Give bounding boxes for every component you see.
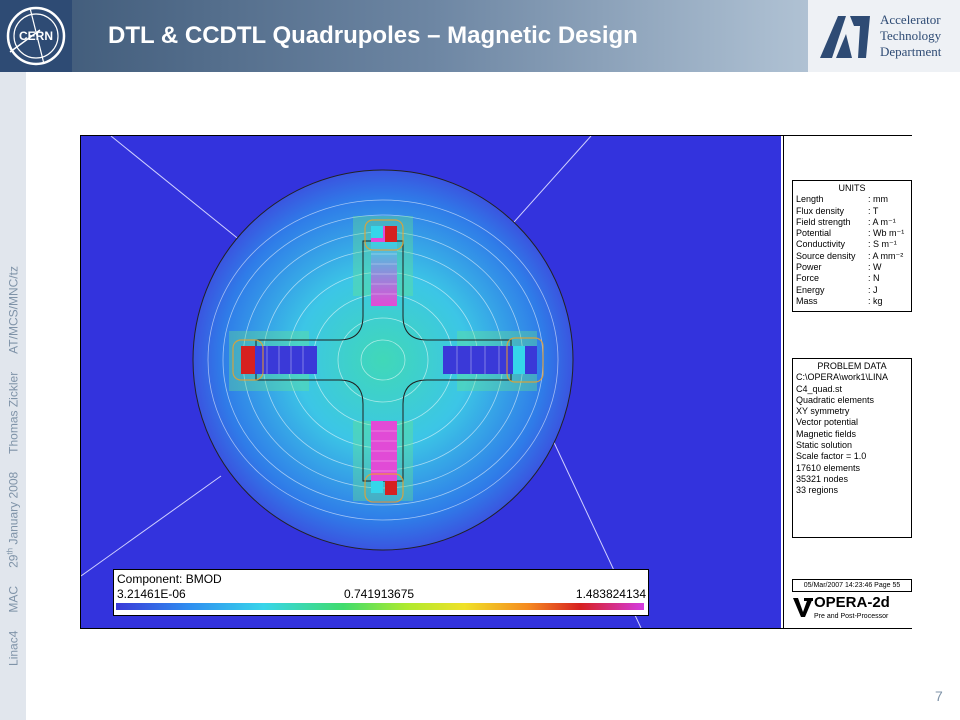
sidebar-day: 29 <box>6 554 21 568</box>
atd-line-3: Department <box>880 44 942 59</box>
atd-line-1: Accelerator <box>880 12 941 27</box>
units-quantity: Field strength <box>796 216 851 227</box>
problem-data-line: Scale factor = 1.0 <box>796 451 867 462</box>
units-quantity: Source density <box>796 250 856 261</box>
legend-max-value: 1.483824134 <box>575 587 646 601</box>
sidebar-author: Thomas Zickler <box>6 371 21 454</box>
sidebar-meeting: MAC <box>6 585 21 613</box>
units-row: Potential : Wb m⁻¹ <box>793 228 911 239</box>
problem-data-line: Quadratic elements <box>796 394 875 405</box>
units-row: Mass : kg <box>793 296 911 307</box>
units-row: Flux density : T <box>793 206 911 217</box>
legend-min-value: 3.21461E-06 <box>117 587 186 601</box>
opera-name: OPERA-2d <box>814 594 890 611</box>
units-quantity: Mass <box>796 295 818 306</box>
slide-header: CERN DTL & CCDTL Quadrupoles – Magnetic … <box>0 0 960 72</box>
atd-line-2: Technology <box>880 28 942 43</box>
problem-data-box: PROBLEM DATA C:\OPERA\work1\LINA C4_quad… <box>792 358 912 538</box>
problem-data-line: 17610 elements <box>796 462 861 473</box>
problem-data-line: C:\OPERA\work1\LINA <box>796 372 889 383</box>
units-row: Force : N <box>793 273 911 284</box>
units-unit: : S m⁻¹ <box>868 239 897 250</box>
sidebar-date: 29th January 2008 <box>5 471 21 568</box>
sidebar: Linac4 MAC 29th January 2008 Thomas Zickler… <box>0 72 26 720</box>
sidebar-day-suffix: th <box>5 547 15 555</box>
units-unit: : A m⁻¹ <box>868 216 896 227</box>
units-row: Power : W <box>793 262 911 273</box>
units-unit: : T <box>868 205 879 216</box>
units-quantity: Flux density <box>796 205 845 216</box>
timestamp-bar: 05/Mar/2007 14:23:46 Page 55 <box>792 579 912 592</box>
units-quantity: Power <box>796 262 822 273</box>
cern-logo-text: CERN <box>19 29 53 43</box>
problem-data-line: Static solution <box>796 440 853 451</box>
units-quantity: Potential <box>796 228 832 239</box>
problem-data-line: Vector potential <box>796 417 859 428</box>
field-map <box>80 135 781 629</box>
units-unit: : A mm⁻² <box>868 250 904 261</box>
legend-mid-value: 0.741913675 <box>344 587 415 601</box>
problem-data-line: Magnetic fields <box>796 428 857 439</box>
units-row: Source density : A mm⁻² <box>793 251 911 262</box>
units-row: Conductivity : S m⁻¹ <box>793 239 911 250</box>
problem-data-line: XY symmetry <box>796 406 850 417</box>
sidebar-month-year: January 2008 <box>6 471 21 548</box>
sidebar-project: Linac4 <box>6 630 21 666</box>
sidebar-text: Linac4 MAC 29th January 2008 Thomas Zickler… <box>6 248 21 666</box>
problem-data-line: 35321 nodes <box>796 473 849 484</box>
units-box: UNITS Length : mm Flux density : T Field s… <box>792 180 912 312</box>
units-quantity: Length <box>796 194 824 205</box>
units-unit: : Wb m⁻¹ <box>868 228 905 239</box>
atd-logo: Accelerator Technology Department <box>808 0 960 72</box>
color-legend: Component: BMOD 3.21461E-06 0.741913675 … <box>113 569 649 616</box>
atd-text: Accelerator Technology Department <box>880 12 941 60</box>
field-plot: Component: BMOD 3.21461E-06 0.741913675 … <box>80 135 781 629</box>
units-quantity: Conductivity <box>796 239 846 250</box>
units-row: Length : mm <box>793 194 911 205</box>
problem-data-title: PROBLEM DATA <box>817 361 887 371</box>
units-quantity: Energy <box>796 284 825 295</box>
units-title: UNITS <box>838 183 866 193</box>
opera-info-panel: UNITS Length : mm Flux density : T Field s… <box>783 136 912 628</box>
legend-component: Component: BMOD <box>117 572 222 586</box>
problem-data-line: C4_quad.st <box>796 383 843 394</box>
simulation-screenshot: Component: BMOD 3.21461E-06 0.741913675 … <box>80 135 912 629</box>
legend-color-scale <box>116 603 644 610</box>
page-title: DTL & CCDTL Quadrupoles – Magnetic Desig… <box>108 22 638 49</box>
cern-logo: CERN <box>0 0 72 72</box>
opera-logo: OPERA-2d Pre and Post-Processor <box>792 594 910 624</box>
units-unit: : W <box>868 262 882 273</box>
units-row: Field strength : A m⁻¹ <box>793 217 911 228</box>
units-row: Energy : J <box>793 285 911 296</box>
units-unit: : mm <box>868 194 888 205</box>
page-number: 7 <box>935 688 943 704</box>
units-unit: : N <box>868 273 880 284</box>
opera-subtitle: Pre and Post-Processor <box>814 613 889 620</box>
units-quantity: Force <box>796 273 820 284</box>
problem-data-line: 33 regions <box>796 485 839 496</box>
opera-vf-icon <box>793 598 813 617</box>
units-unit: : J <box>868 284 878 295</box>
sidebar-ref: AT/MCS/MNC/tz <box>6 266 21 354</box>
atd-mark-icon <box>820 16 870 58</box>
units-unit: : kg <box>868 295 883 306</box>
